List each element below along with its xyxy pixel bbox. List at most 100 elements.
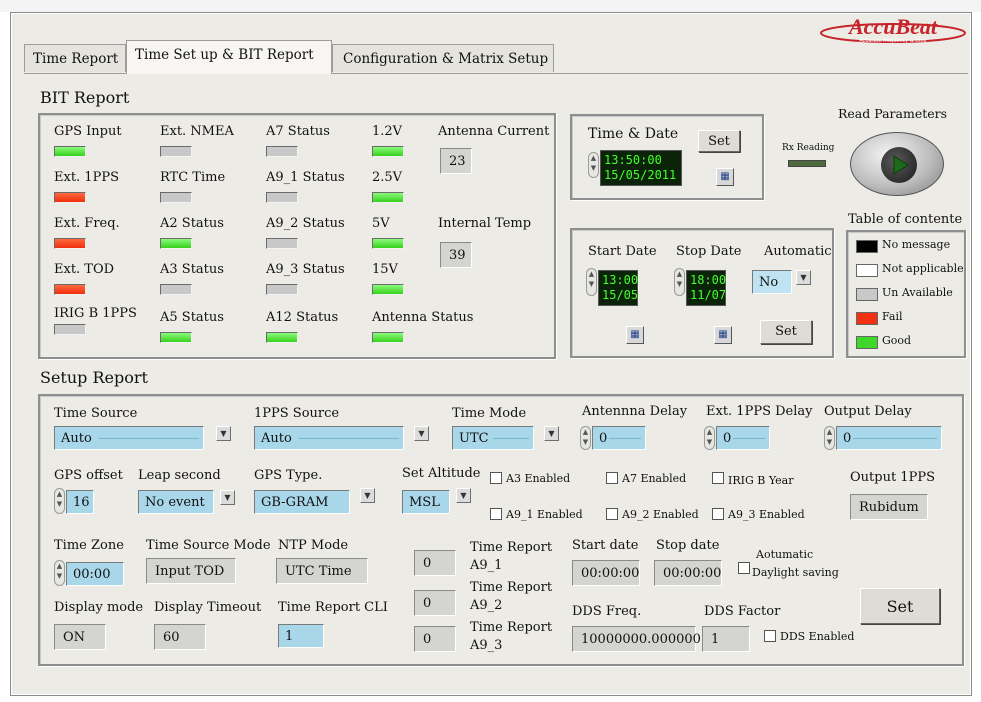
automatic-dropdown-icon[interactable]: ▼ [796,270,811,285]
accubeat-logo: AccuBeat Accurate frequency & time [818,14,968,44]
bit-led-a2-status [160,238,192,249]
bit-led-gps-input [54,146,86,157]
schedule-set-button[interactable]: Set [760,320,812,344]
dds-factor-value: 1 [702,626,750,652]
bit-led-a9-1-status [266,192,298,203]
gps-offset-spinner[interactable]: ▲ ▼ [54,488,65,514]
bit-label-2-5v: 2.5V [372,170,403,185]
legend-label-good: Good [882,334,912,347]
legend-swatch-fail [856,312,878,325]
brand-name: AccuBeat [847,14,938,39]
read-parameters-label: Read Parameters [838,106,948,121]
time-value: 13:50:00 [604,153,662,167]
a7-enabled-checkbox[interactable] [606,472,618,484]
display-mode-value: ON [54,624,106,650]
date-value: 15/05/2011 [604,168,677,182]
pps-source-value: Auto [261,431,292,446]
display-mode-label: Display mode [54,600,144,615]
stop-date-spinner[interactable]: ▲ ▼ [674,268,685,296]
irig-b-year-checkbox[interactable] [712,472,724,484]
time-report-a9-2-value: 0 [414,590,456,616]
time-source-dropdown-icon[interactable]: ▼ [216,426,231,441]
stop-date-setup-value: 00:00:00 [654,560,722,586]
leap-second-select[interactable]: No event [138,490,214,514]
output-delay-spinner[interactable]: ▲ ▼ [824,426,835,450]
ext-1pps-delay-input[interactable]: 0 [716,426,770,450]
pps-source-select[interactable]: Auto [254,426,404,450]
time-report-a9-1-label: Time Report [470,540,553,555]
stop-date-display[interactable]: 18:00 11/07 [686,270,726,306]
gps-offset-input[interactable]: 16 [66,490,94,514]
start-date-spinner[interactable]: ▲ ▼ [586,268,597,296]
set-altitude-select[interactable]: MSL [402,490,450,514]
read-parameters-button[interactable] [850,132,944,196]
time-date-spinner[interactable]: ▲ ▼ [588,152,599,178]
a7-enabled-label: A7 Enabled [622,472,687,485]
tab-configuration-matrix-setup[interactable]: Configuration & Matrix Setup [332,44,554,72]
tab-time-setup-bit-report[interactable]: Time Set up & BIT Report [126,40,332,74]
bit-led-a3-status [160,284,192,295]
time-report-a9-2-sublabel: A9_2 [470,598,503,613]
time-mode-select[interactable]: UTC [452,426,534,450]
start-date-display[interactable]: 13:00 15/05 [598,270,638,306]
antenna-delay-spinner[interactable]: ▲ ▼ [580,426,591,450]
time-zone-spinner[interactable]: ▲ ▼ [54,560,65,586]
time-source-mode-value: Input TOD [146,558,236,584]
time-source-select[interactable]: Auto [54,426,204,450]
time-zone-input[interactable]: 00:00 [66,562,124,586]
bit-label-irig-b-1pps: IRIG B 1PPS [54,306,137,321]
bit-label-gps-input: GPS Input [54,124,122,139]
ext-1pps-delay-value: 0 [723,431,732,446]
ext-1pps-delay-spinner[interactable]: ▲ ▼ [704,426,715,450]
setup-set-button[interactable]: Set [860,588,940,624]
time-date-set-button[interactable]: Set [698,130,740,152]
rx-reading-led [788,160,826,167]
legend-swatch-not-applicable [856,264,878,277]
automatic-select[interactable]: No [752,270,792,294]
time-date-calendar-icon[interactable]: ▦ [716,168,734,186]
time-report-a9-3-label: Time Report [470,620,553,635]
bit-label-a3-status: A3 Status [160,262,224,277]
a3-enabled-checkbox[interactable] [490,472,502,484]
a9-2-enabled-label: A9_2 Enabled [622,508,699,521]
internal-temp-value: 39 [440,242,472,268]
time-report-cli-input[interactable]: 1 [278,624,324,648]
antenna-current-value: 23 [440,148,472,174]
antenna-delay-input[interactable]: 0 [592,426,646,450]
legend-title: Table of contente [848,212,963,227]
output-delay-input[interactable]: 0 [836,426,942,450]
time-source-mode-label: Time Source Mode [146,538,271,553]
a9-2-enabled-checkbox[interactable] [606,508,618,520]
bit-label-antenna-status: Antenna Status [372,310,474,325]
bit-led-rtc-time [160,192,192,203]
time-date-display[interactable]: 13:50:00 15/05/2011 [600,150,682,186]
gps-type-dropdown-icon[interactable]: ▼ [360,488,375,503]
bit-label-a5-status: A5 Status [160,310,224,325]
time-mode-dropdown-icon[interactable]: ▼ [544,426,559,441]
stop-date-label: Stop Date [676,244,742,259]
set-altitude-dropdown-icon[interactable]: ▼ [456,488,471,503]
tab-time-report[interactable]: Time Report [24,44,126,72]
pps-source-dropdown-icon[interactable]: ▼ [414,426,429,441]
a9-3-enabled-checkbox[interactable] [712,508,724,520]
leap-second-dropdown-icon[interactable]: ▼ [220,490,235,505]
antenna-current-label: Antenna Current [438,124,550,139]
bit-label-a9-2-status: A9_2 Status [266,216,345,231]
antenna-delay-value: 0 [599,431,608,446]
set-altitude-label: Set Altitude [402,466,481,481]
daylight-saving-sublabel: Daylight saving [752,566,839,579]
dds-factor-label: DDS Factor [704,604,781,619]
stop-date-calendar-icon[interactable]: ▦ [714,326,732,344]
gps-type-select[interactable]: GB-GRAM [254,490,350,514]
output-delay-value: 0 [843,431,852,446]
play-arrow-icon [893,155,909,175]
daylight-saving-checkbox[interactable] [738,562,750,574]
start-date-calendar-icon[interactable]: ▦ [626,326,644,344]
dds-enabled-checkbox[interactable] [764,630,776,642]
bit-label-1-2v: 1.2V [372,124,403,139]
output-delay-label: Output Delay [824,404,912,419]
a9-1-enabled-checkbox[interactable] [490,508,502,520]
time-mode-label: Time Mode [452,406,527,421]
automatic-label: Automatic [764,244,832,259]
time-zone-label: Time Zone [54,538,124,553]
